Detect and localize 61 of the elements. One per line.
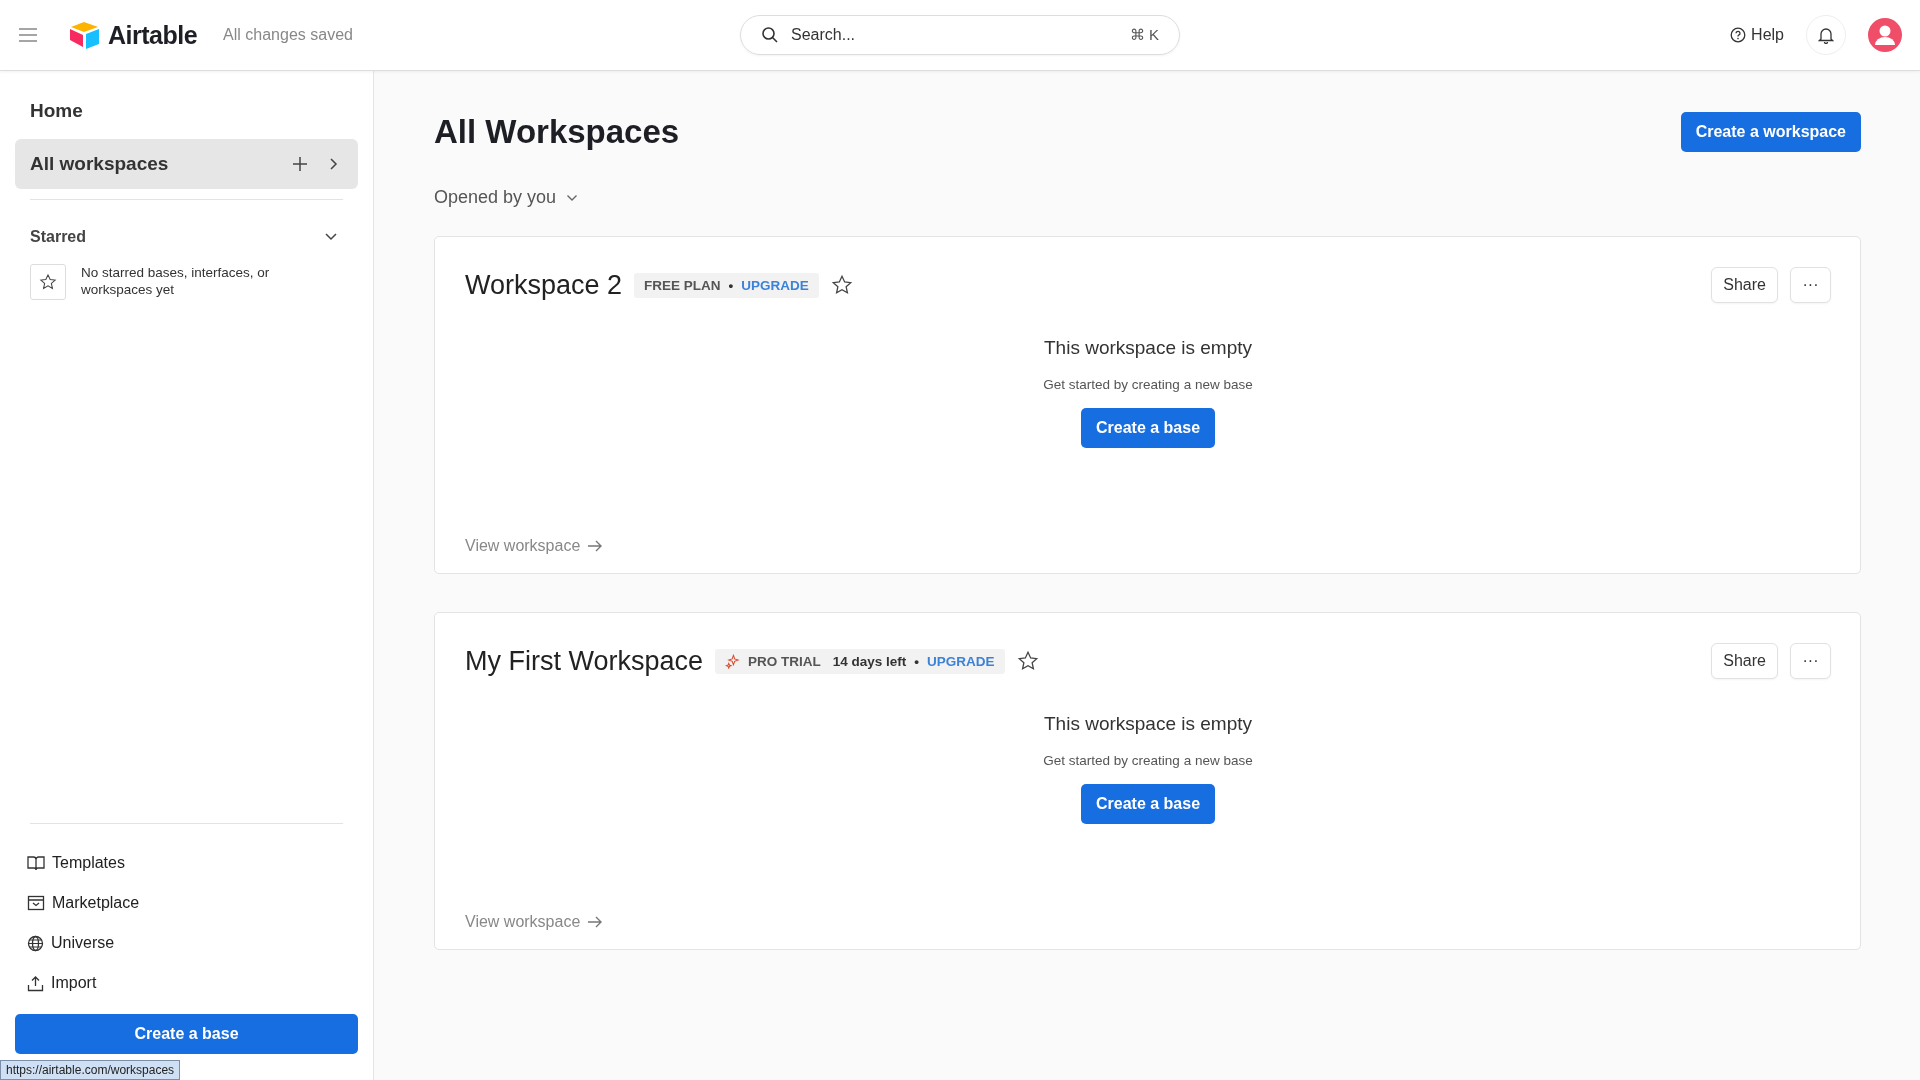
- sidebar-item-label: All workspaces: [30, 153, 170, 175]
- sidebar-item[interactable]: All workspaces: [15, 139, 358, 189]
- share-button[interactable]: Share: [1711, 643, 1778, 679]
- starred-empty-message: No starred bases, interfaces, or workspaces yet: [81, 265, 271, 299]
- search-icon: [761, 26, 779, 44]
- sparkle-icon: [725, 653, 741, 669]
- sidebar-link[interactable]: Universe: [27, 934, 346, 952]
- arrow-right-icon: [587, 915, 604, 929]
- search-input[interactable]: Search...: [789, 25, 1120, 45]
- sidebar-link-label: Templates: [52, 854, 125, 872]
- sidebar-link[interactable]: Templates: [27, 854, 346, 872]
- plus-icon[interactable]: [292, 156, 308, 172]
- page-title: All Workspaces: [434, 113, 680, 151]
- notifications-button[interactable]: [1806, 15, 1846, 55]
- trial-days-left: 14 days left: [832, 653, 907, 669]
- empty-hint: Get started by creating a new base: [1043, 377, 1253, 392]
- plan-label: PRO TRIAL: [748, 653, 821, 669]
- chevron-down-icon: [324, 232, 338, 242]
- sidebar-link-label: Marketplace: [52, 894, 140, 912]
- chevron-right-icon[interactable]: [328, 157, 338, 171]
- workspace-name[interactable]: Workspace 2: [465, 269, 623, 301]
- sort-dropdown[interactable]: Opened by you: [434, 187, 1861, 208]
- view-workspace-link[interactable]: View workspace: [465, 537, 1831, 555]
- starred-section-header[interactable]: Starred: [15, 210, 358, 264]
- sidebar-link-label: Import: [51, 974, 97, 992]
- bell-icon: [1818, 26, 1834, 44]
- upload-icon: [27, 974, 44, 992]
- home-link[interactable]: Home: [15, 93, 358, 129]
- plan-label: FREE PLAN: [644, 277, 721, 293]
- chevron-down-icon: [566, 193, 579, 202]
- create-base-button[interactable]: Create a base: [1080, 408, 1216, 448]
- empty-hint: Get started by creating a new base: [1043, 753, 1253, 768]
- globe-icon: [27, 934, 44, 952]
- status-url: https://airtable.com/workspaces: [0, 1060, 181, 1080]
- sidebar-link[interactable]: Marketplace: [27, 894, 346, 912]
- logo-icon: [68, 20, 102, 50]
- star-icon[interactable]: [1016, 650, 1039, 672]
- shortcut-hint: ⌘ K: [1129, 26, 1159, 44]
- storefront-icon: [27, 895, 45, 911]
- empty-title: This workspace is empty: [1044, 713, 1252, 735]
- more-button[interactable]: ···: [1790, 267, 1831, 303]
- workspace-name[interactable]: My First Workspace: [465, 645, 704, 677]
- empty-title: This workspace is empty: [1044, 337, 1252, 359]
- view-workspace-link[interactable]: View workspace: [465, 913, 1831, 931]
- separator-dot: •: [914, 653, 920, 669]
- book-icon: [27, 855, 45, 871]
- sidebar-link[interactable]: Import: [27, 974, 346, 992]
- help-icon: [1730, 27, 1747, 43]
- more-button[interactable]: ···: [1790, 643, 1831, 679]
- create-workspace-button[interactable]: Create a workspace: [1680, 112, 1861, 152]
- save-status: All changes saved: [223, 26, 353, 44]
- share-button[interactable]: Share: [1711, 267, 1778, 303]
- star-icon[interactable]: [830, 274, 853, 296]
- brand-name: Airtable: [108, 20, 198, 50]
- create-base-button[interactable]: Create a base: [15, 1014, 358, 1054]
- create-base-button[interactable]: Create a base: [1080, 784, 1216, 824]
- avatar-icon[interactable]: [1868, 18, 1902, 52]
- help-link[interactable]: Help: [1730, 26, 1784, 44]
- arrow-right-icon: [587, 539, 604, 553]
- separator-dot: •: [728, 277, 734, 293]
- sidebar-link-label: Universe: [51, 934, 115, 952]
